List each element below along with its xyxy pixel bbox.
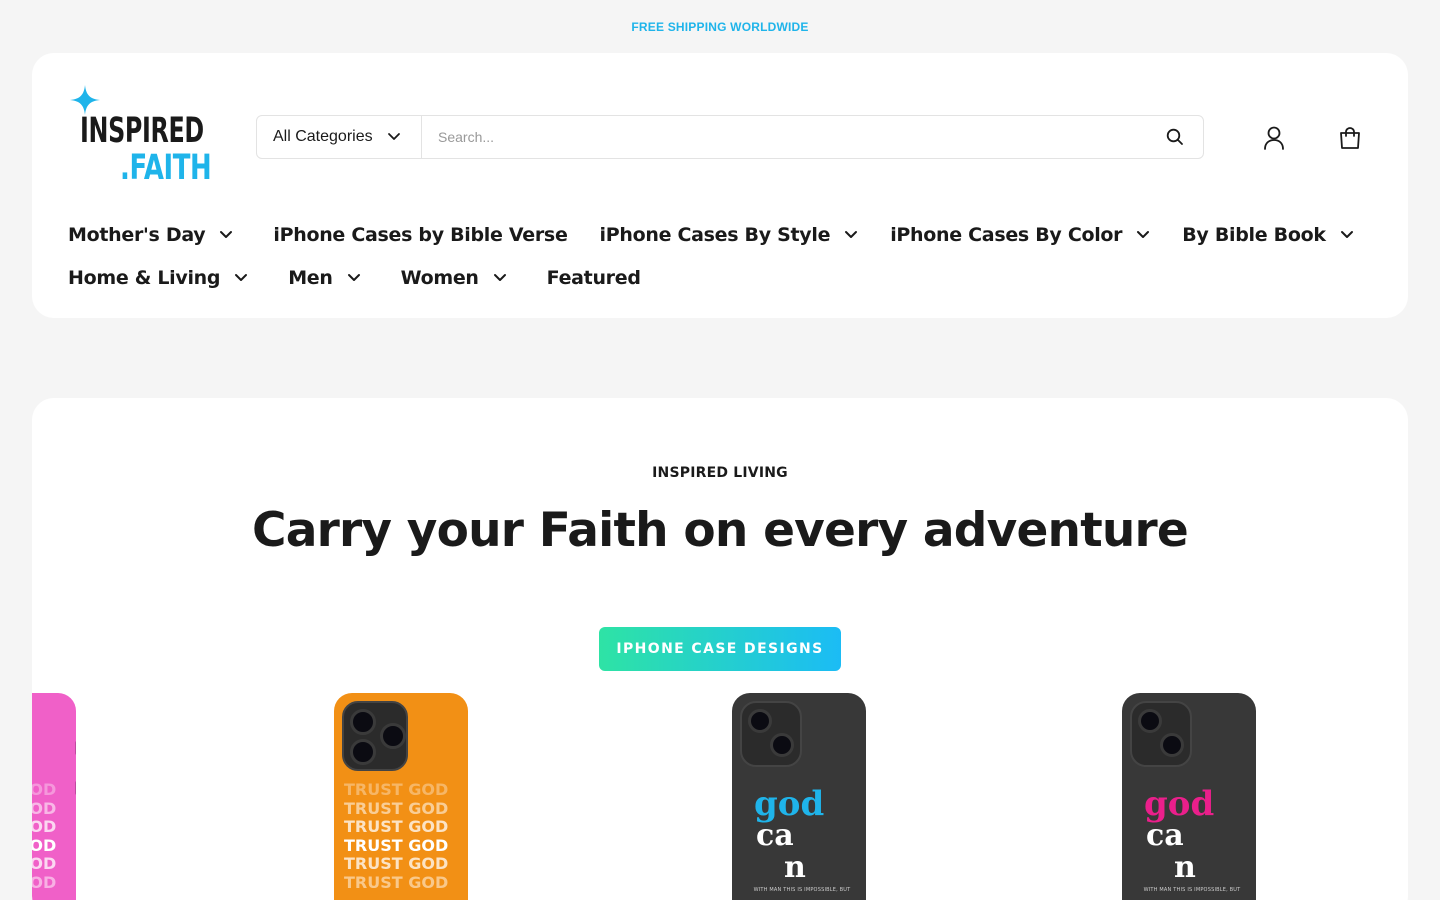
case-text-line: TRUST GOD xyxy=(32,835,57,855)
logo-line-1: INSPIRED xyxy=(80,111,204,151)
hero-section: INSPIRED LIVING Carry your Faith on ever… xyxy=(32,398,1408,900)
hero-eyebrow: INSPIRED LIVING xyxy=(652,465,788,481)
cta-label: IPHONE CASE DESIGNS xyxy=(616,641,824,657)
case-text-line: TRUST GOD xyxy=(344,780,449,799)
nav-item-label: Featured xyxy=(546,266,641,289)
nav-item-label: iPhone Cases By Style xyxy=(599,223,831,246)
case-word-n: n xyxy=(1174,850,1196,885)
case-text-line: TRUST GOD xyxy=(344,817,449,836)
side-button xyxy=(75,741,76,755)
search-icon xyxy=(1166,128,1183,145)
main-nav: Mother's Day iPhone Cases by Bible Verse… xyxy=(68,213,1388,299)
chevron-down-icon xyxy=(1340,230,1354,240)
case-text-line: TRUST GOD xyxy=(32,854,57,873)
case-text-line: TRUST GOD xyxy=(344,835,449,855)
case-word-god: god xyxy=(754,784,825,824)
product-phone-case[interactable]: TRUST GOD TRUST GOD TRUST GOD TRUST GOD … xyxy=(334,693,468,900)
case-text: TRUST GOD TRUST GOD TRUST GOD TRUST GOD … xyxy=(344,780,464,892)
case-small-text: WITH MAN THIS IS IMPOSSIBLE, BUT xyxy=(753,887,851,893)
nav-item-label: Home & Living xyxy=(68,266,221,289)
camera-module xyxy=(342,701,408,771)
iphone-case-designs-button[interactable]: IPHONE CASE DESIGNS xyxy=(599,627,841,671)
nav-item-mothers-day[interactable]: Mother's Day xyxy=(68,224,233,246)
nav-item-bible-verse[interactable]: iPhone Cases by Bible Verse xyxy=(273,224,567,246)
chevron-down-icon xyxy=(493,273,507,283)
case-word-ca: ca xyxy=(1146,818,1184,853)
nav-item-by-color[interactable]: iPhone Cases By Color xyxy=(890,224,1150,246)
case-text-line: TRUST GOD xyxy=(32,798,57,818)
nav-item-featured[interactable]: Featured xyxy=(547,267,641,289)
chevron-down-icon xyxy=(387,133,400,140)
nav-item-label: iPhone Cases by Bible Verse xyxy=(273,223,568,246)
chevron-down-icon xyxy=(844,230,858,240)
case-text-line: TRUST GOD xyxy=(32,817,57,836)
search-bar: All Categories xyxy=(256,115,1204,159)
site-header: INSPIRED .FAITH All Categories Search...… xyxy=(32,53,1408,318)
case-text-line: TRUST GOD xyxy=(344,854,449,873)
nav-row-1: Mother's Day iPhone Cases by Bible Verse… xyxy=(68,213,1388,256)
side-button xyxy=(75,781,76,795)
camera-lens xyxy=(380,723,406,749)
case-text-line: TRUST GOD xyxy=(344,798,449,818)
product-phone-case[interactable]: god ca n WITH MAN THIS IS IMPOSSIBLE, BU… xyxy=(732,693,866,900)
case-word-n: n xyxy=(784,850,806,885)
camera-lens xyxy=(1160,733,1184,757)
shopping-bag-icon xyxy=(1340,127,1360,149)
chevron-down-icon xyxy=(347,273,361,283)
camera-lens xyxy=(748,709,772,733)
nav-item-home-living[interactable]: Home & Living xyxy=(68,267,248,289)
camera-module xyxy=(1130,701,1192,767)
product-phone-case[interactable]: TRUST GOD TRUST GOD TRUST GOD TRUST GOD … xyxy=(32,693,76,900)
cart-button[interactable] xyxy=(1336,125,1364,151)
logo-line-2: .FAITH xyxy=(120,148,212,188)
camera-module xyxy=(740,701,802,767)
nav-item-label: By Bible Book xyxy=(1182,223,1326,246)
nav-item-label: Men xyxy=(288,266,333,289)
hero-title: Carry your Faith on every adventure xyxy=(252,503,1189,558)
nav-item-label: iPhone Cases By Color xyxy=(890,223,1123,246)
nav-item-by-style[interactable]: iPhone Cases By Style xyxy=(600,224,859,246)
search-input[interactable] xyxy=(422,116,1147,158)
case-text-line: TRUST GOD xyxy=(344,872,449,892)
case-text: TRUST GOD TRUST GOD TRUST GOD TRUST GOD … xyxy=(32,780,72,892)
chevron-down-icon xyxy=(1136,230,1150,240)
category-select[interactable]: All Categories xyxy=(257,116,422,158)
announcement-text: FREE SHIPPING WORLDWIDE xyxy=(631,19,809,34)
product-phone-case[interactable]: god ca n WITH MAN THIS IS IMPOSSIBLE, BU… xyxy=(1122,693,1256,900)
logo[interactable]: INSPIRED .FAITH xyxy=(68,85,218,195)
nav-item-label: Women xyxy=(400,266,479,289)
nav-item-bible-book[interactable]: By Bible Book xyxy=(1182,224,1353,246)
camera-lens xyxy=(770,733,794,757)
nav-row-2: Home & Living Men Women Featured xyxy=(68,256,1388,299)
category-select-value: All Categories xyxy=(273,128,373,145)
case-text-line: TRUST GOD xyxy=(32,780,57,799)
account-button[interactable] xyxy=(1260,125,1288,151)
nav-item-label: Mother's Day xyxy=(68,223,206,246)
case-word-ca: ca xyxy=(756,818,794,853)
chevron-down-icon xyxy=(219,230,233,240)
user-icon xyxy=(1264,126,1284,150)
camera-lens xyxy=(350,739,376,765)
chevron-down-icon xyxy=(234,273,248,283)
case-small-text: WITH MAN THIS IS IMPOSSIBLE, BUT xyxy=(1143,887,1241,893)
case-word-god: god xyxy=(1144,784,1215,824)
case-text-line: TRUST GOD xyxy=(32,872,57,892)
camera-lens xyxy=(350,709,376,735)
nav-item-men[interactable]: Men xyxy=(288,267,360,289)
camera-lens xyxy=(1138,709,1162,733)
announcement-bar: FREE SHIPPING WORLDWIDE xyxy=(0,0,1440,53)
nav-item-women[interactable]: Women xyxy=(401,267,507,289)
search-button[interactable] xyxy=(1147,116,1203,158)
